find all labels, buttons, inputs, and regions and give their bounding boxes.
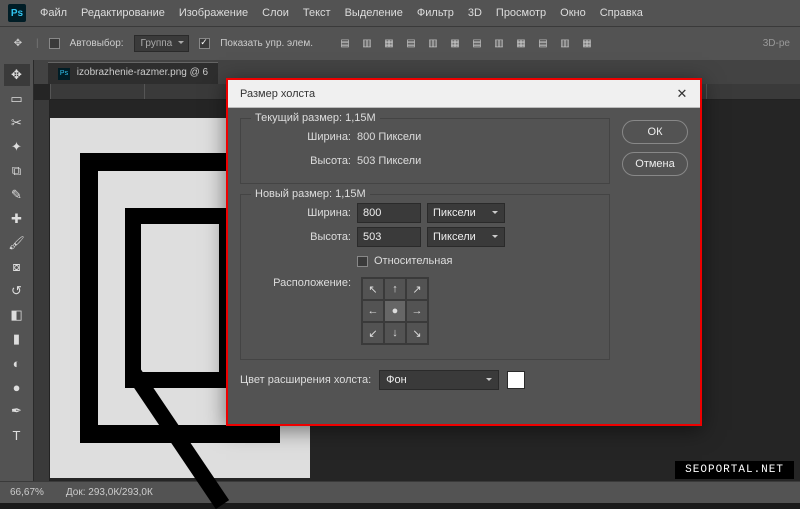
relative-checkbox[interactable] (357, 256, 368, 267)
anchor-label: Расположение: (251, 277, 357, 289)
three-d-label: 3D-ре (763, 38, 790, 49)
watermark: SEOPORTAL.NET (675, 461, 794, 479)
align-btn[interactable]: ▤ (401, 34, 421, 54)
autoselect-combo[interactable]: Группа (134, 35, 190, 52)
heal-tool[interactable]: ✚ (4, 208, 30, 230)
anchor-w[interactable]: ← (362, 300, 384, 322)
align-btn[interactable]: ▥ (555, 34, 575, 54)
height-unit-combo[interactable]: Пиксели (427, 227, 505, 247)
menu-view[interactable]: Просмотр (496, 7, 546, 19)
lasso-tool[interactable]: ✂ (4, 112, 30, 134)
new-size-value: 1,15M (335, 188, 366, 200)
anchor-s[interactable]: ↓ (384, 322, 406, 344)
menu-file[interactable]: Файл (40, 7, 67, 19)
dialog-title: Размер холста (240, 88, 315, 100)
current-width-label: Ширина: (251, 131, 357, 143)
brush-tool[interactable]: 🖌 (4, 232, 30, 254)
current-size-legend: Текущий размер: (255, 112, 342, 124)
align-btn[interactable]: ▤ (533, 34, 553, 54)
move-tool[interactable]: ✥ (4, 64, 30, 86)
menu-image[interactable]: Изображение (179, 7, 248, 19)
show-controls-checkbox[interactable] (199, 38, 210, 49)
ruler-vertical (34, 100, 50, 481)
width-input[interactable]: 800 (357, 203, 421, 223)
anchor-c[interactable]: ● (384, 300, 406, 322)
menu-bar: Ps Файл Редактирование Изображение Слои … (0, 0, 800, 26)
crop-tool[interactable]: ⧉ (4, 160, 30, 182)
new-size-legend: Новый размер: (255, 188, 332, 200)
menu-help[interactable]: Справка (600, 7, 643, 19)
relative-label: Относительная (374, 255, 452, 267)
marquee-tool[interactable]: ▭ (4, 88, 30, 110)
menu-layers[interactable]: Слои (262, 7, 289, 19)
eyedropper-tool[interactable]: ✎ (4, 184, 30, 206)
status-bar: 66,67% Док: 293,0К/293,0К (0, 481, 800, 503)
menu-edit[interactable]: Редактирование (81, 7, 165, 19)
blur-tool[interactable]: ◐ (4, 352, 30, 374)
menu-text[interactable]: Текст (303, 7, 331, 19)
dodge-tool[interactable]: ● (4, 376, 30, 398)
close-icon[interactable]: ✕ (670, 84, 694, 104)
align-btn[interactable]: ▦ (511, 34, 531, 54)
move-tool-icon: ✥ (10, 36, 26, 52)
canvas-size-dialog: Размер холста ✕ ОК Отмена Текущий размер… (226, 78, 702, 426)
align-btn[interactable]: ▤ (335, 34, 355, 54)
extension-color-combo[interactable]: Фон (379, 370, 499, 390)
align-btn[interactable]: ▦ (445, 34, 465, 54)
anchor-se[interactable]: ↘ (406, 322, 428, 344)
autoselect-checkbox[interactable] (49, 38, 60, 49)
anchor-grid[interactable]: ↖ ↑ ↗ ← ● → ↙ ↓ ↘ (361, 277, 429, 345)
wand-tool[interactable]: ✦ (4, 136, 30, 158)
extension-color-label: Цвет расширения холста: (240, 374, 371, 386)
align-btn[interactable]: ▥ (423, 34, 443, 54)
align-btn[interactable]: ▦ (379, 34, 399, 54)
align-btn[interactable]: ▥ (489, 34, 509, 54)
height-input[interactable]: 503 (357, 227, 421, 247)
align-btn[interactable]: ▤ (467, 34, 487, 54)
ps-file-icon: Ps (58, 68, 70, 80)
align-btn[interactable]: ▦ (577, 34, 597, 54)
history-brush-tool[interactable]: ↺ (4, 280, 30, 302)
app-logo: Ps (8, 4, 26, 22)
current-size-group: Текущий размер: 1,15M Ширина: 800 Пиксел… (240, 118, 610, 184)
zoom-level[interactable]: 66,67% (10, 487, 44, 498)
extension-color-swatch[interactable] (507, 371, 525, 389)
menu-3d[interactable]: 3D (468, 7, 482, 19)
align-btn[interactable]: ▥ (357, 34, 377, 54)
document-info[interactable]: Док: 293,0К/293,0К (66, 487, 153, 498)
new-height-label: Высота: (251, 231, 357, 243)
eraser-tool[interactable]: ◧ (4, 304, 30, 326)
gradient-tool[interactable]: ▮ (4, 328, 30, 350)
width-unit-combo[interactable]: Пиксели (427, 203, 505, 223)
anchor-e[interactable]: → (406, 300, 428, 322)
current-size-value: 1,15M (345, 112, 376, 124)
document-tab[interactable]: Ps izobrazhenie-razmer.png @ 6 (48, 62, 218, 84)
anchor-sw[interactable]: ↙ (362, 322, 384, 344)
new-size-group: Новый размер: 1,15M Ширина: 800 Пиксели … (240, 194, 610, 360)
type-tool[interactable]: T (4, 424, 30, 446)
current-height-label: Высота: (251, 155, 357, 167)
menu-window[interactable]: Окно (560, 7, 586, 19)
document-tab-label: izobrazhenie-razmer.png @ 6 (77, 67, 208, 78)
ok-button[interactable]: ОК (622, 120, 688, 144)
pen-tool[interactable]: ✒ (4, 400, 30, 422)
dialog-titlebar[interactable]: Размер холста ✕ (228, 80, 700, 108)
current-height-value: 503 Пиксели (357, 155, 421, 167)
menu-filter[interactable]: Фильтр (417, 7, 454, 19)
toolbox: ✥ ▭ ✂ ✦ ⧉ ✎ ✚ 🖌 ⧇ ↺ ◧ ▮ ◐ ● ✒ T (0, 60, 34, 481)
stamp-tool[interactable]: ⧇ (4, 256, 30, 278)
new-width-label: Ширина: (251, 207, 357, 219)
current-width-value: 800 Пиксели (357, 131, 421, 143)
menu-select[interactable]: Выделение (345, 7, 403, 19)
anchor-n[interactable]: ↑ (384, 278, 406, 300)
anchor-ne[interactable]: ↗ (406, 278, 428, 300)
cancel-button[interactable]: Отмена (622, 152, 688, 176)
align-group: ▤ ▥ ▦ ▤ ▥ ▦ ▤ ▥ ▦ ▤ ▥ ▦ (335, 34, 597, 54)
autoselect-label: Автовыбор: (70, 38, 124, 49)
options-bar: ✥ | Автовыбор: Группа Показать упр. элем… (0, 26, 800, 60)
show-controls-label: Показать упр. элем. (220, 38, 313, 49)
anchor-nw[interactable]: ↖ (362, 278, 384, 300)
